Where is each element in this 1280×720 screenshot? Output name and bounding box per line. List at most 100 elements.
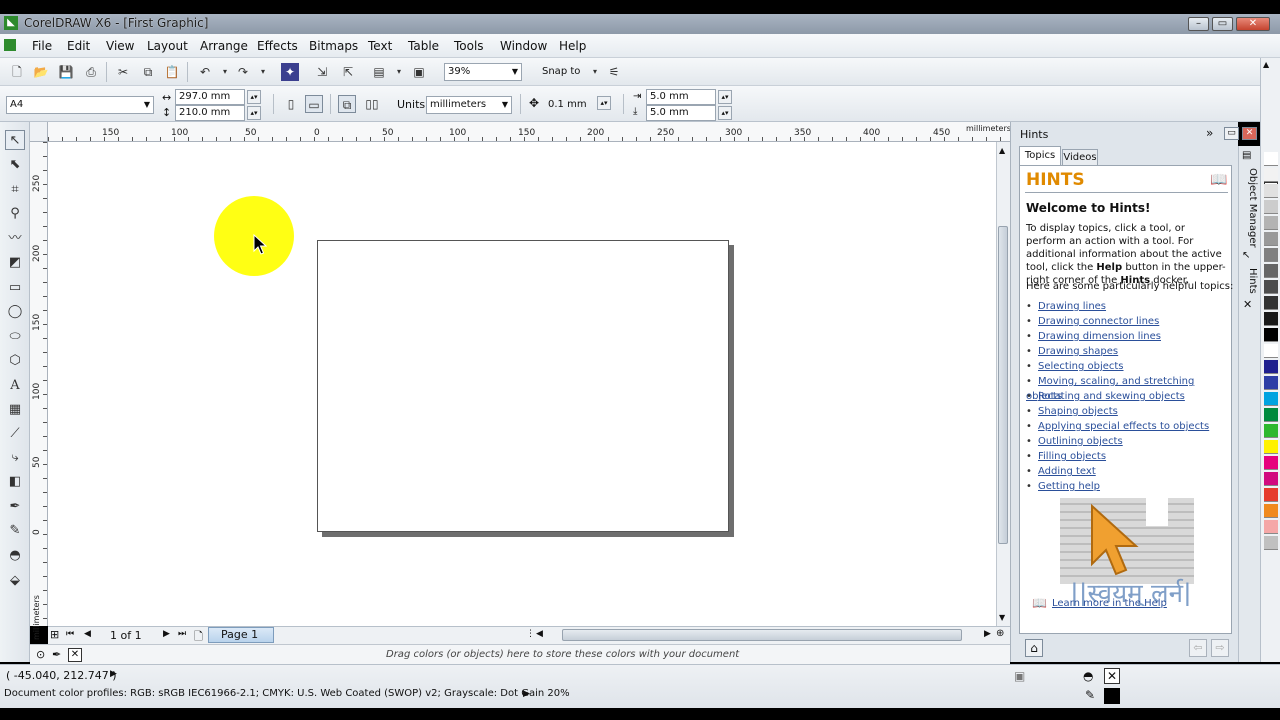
topic-link[interactable]: Filling objects [1038, 451, 1106, 462]
color-swatch[interactable] [1264, 488, 1278, 502]
back-icon[interactable]: ⇦ [1189, 639, 1207, 657]
new-document-icon[interactable]: 🗋 [8, 63, 26, 81]
smart-fill-tool-icon[interactable]: ◩ [5, 253, 25, 273]
outline-indicator-icon[interactable]: ✎ [1085, 688, 1095, 702]
color-swatch[interactable] [1264, 408, 1278, 422]
rectangle-tool-icon[interactable]: ▭ [5, 278, 25, 298]
topic-link[interactable]: Drawing lines [1038, 301, 1106, 312]
menu-arrange[interactable]: Arrange [200, 39, 248, 53]
document-page[interactable] [317, 240, 729, 532]
menu-file[interactable]: File [32, 39, 52, 53]
color-swatch[interactable] [1264, 312, 1278, 326]
shape-tool-icon[interactable]: ⬉ [5, 155, 25, 175]
last-page-icon[interactable]: ⏭ [178, 629, 186, 639]
dimension-tool-icon[interactable]: ⟋ [5, 424, 25, 444]
menu-effects[interactable]: Effects [257, 39, 298, 53]
paste-icon[interactable]: 📋 [163, 63, 181, 81]
page-width-field[interactable]: 297.0 mm [175, 89, 245, 105]
color-swatch[interactable] [1264, 360, 1278, 374]
scroll-right-icon[interactable]: ▶ [984, 629, 991, 639]
previous-page-icon[interactable]: ◀ [84, 629, 91, 639]
color-swatch[interactable] [1264, 456, 1278, 470]
color-swatch[interactable] [1264, 392, 1278, 406]
scroll-left-icon[interactable]: ◀ [536, 629, 543, 639]
eyedropper-tool-icon[interactable]: ✒ [5, 497, 25, 517]
palette-scroll-up-icon[interactable]: ▲ [1263, 60, 1269, 69]
all-pages-icon[interactable]: ⧉ [338, 95, 356, 113]
duplicate-x-field[interactable]: 5.0 mm [646, 89, 716, 105]
docker-expand-icon[interactable]: » [1206, 126, 1213, 140]
table-tool-icon[interactable]: ▦ [5, 400, 25, 420]
redo-dropdown-icon[interactable]: ▾ [254, 63, 272, 81]
no-color-swatch-icon[interactable]: ✕ [68, 648, 82, 662]
redo-icon[interactable]: ↷ [234, 63, 252, 81]
open-icon[interactable]: 📂 [32, 63, 50, 81]
topic-link[interactable]: Drawing shapes [1038, 346, 1118, 357]
nudge-stepper[interactable]: ▴▾ [597, 96, 611, 110]
fill-tool-icon[interactable]: ◓ [5, 546, 25, 566]
export-icon[interactable]: ⇱ [339, 63, 357, 81]
copy-icon[interactable]: ⧉ [139, 63, 157, 81]
save-icon[interactable]: 💾 [57, 63, 75, 81]
duplicate-y-field[interactable]: 5.0 mm [646, 105, 716, 121]
book-icon[interactable]: 📖 [1210, 172, 1227, 188]
snap-to-label[interactable]: Snap to [542, 66, 580, 77]
topic-link[interactable]: Drawing connector lines [1038, 316, 1159, 327]
current-page-icon[interactable]: ▯▯ [363, 95, 381, 113]
color-swatch[interactable] [1264, 184, 1278, 198]
vertical-ruler[interactable]: 250 200 150 100 50 0 millimeters [30, 142, 48, 640]
color-swatch[interactable] [1264, 376, 1278, 390]
nudge-field[interactable]: 0.1 mm [544, 96, 596, 114]
units-select[interactable]: millimeters ▼ [426, 96, 512, 114]
page-height-field[interactable]: 210.0 mm [175, 105, 245, 121]
color-swatch[interactable] [1264, 232, 1278, 246]
interactive-fill-tool-icon[interactable]: ⬙ [5, 571, 25, 591]
blend-tool-icon[interactable]: ◧ [5, 472, 25, 492]
cut-icon[interactable]: ✂ [114, 63, 132, 81]
close-tab-icon[interactable]: ✕ [1243, 298, 1252, 311]
fill-none-swatch-icon[interactable]: ✕ [1104, 668, 1120, 684]
outline-color-swatch[interactable] [1104, 688, 1120, 704]
width-stepper[interactable]: ▴▾ [247, 90, 261, 104]
topic-link[interactable]: Rotating and skewing objects [1038, 391, 1185, 402]
color-swatch[interactable] [1264, 424, 1278, 438]
color-profiles-text[interactable]: Document color profiles: RGB: sRGB IEC61… [4, 688, 570, 699]
minimize-button[interactable]: – [1188, 17, 1209, 31]
color-swatch[interactable] [1264, 264, 1278, 278]
scroll-up-icon[interactable]: ▲ [999, 146, 1005, 155]
ellipse-tool-icon[interactable]: ◯ [5, 302, 25, 322]
menu-tools[interactable]: Tools [454, 39, 484, 53]
menu-table[interactable]: Table [408, 39, 439, 53]
tab-hints[interactable]: Hints [1240, 268, 1258, 294]
undo-icon[interactable]: ↶ [196, 63, 214, 81]
menu-help[interactable]: Help [559, 39, 586, 53]
color-swatch[interactable] [1264, 296, 1278, 310]
import-icon[interactable]: ⇲ [313, 63, 331, 81]
color-swatch[interactable] [1264, 520, 1278, 534]
search-content-icon[interactable]: ✦ [281, 63, 299, 81]
options-icon[interactable]: ⚟ [605, 63, 623, 81]
horizontal-scroll-thumb[interactable] [562, 629, 962, 641]
crop-tool-icon[interactable]: ⌗ [5, 180, 25, 200]
snap-dropdown-icon[interactable]: ▾ [586, 63, 604, 81]
color-swatch[interactable] [1264, 280, 1278, 294]
fill-indicator-icon[interactable]: ◓ [1083, 669, 1093, 683]
color-swatch[interactable] [1264, 472, 1278, 486]
topic-link[interactable]: Adding text [1038, 466, 1096, 477]
forward-icon[interactable]: ⇨ [1211, 639, 1229, 657]
docker-close-icon[interactable]: ✕ [1242, 127, 1257, 140]
docker-minimize-icon[interactable]: ▭ [1224, 127, 1239, 140]
duplicate-y-stepper[interactable]: ▴▾ [718, 106, 732, 120]
polygon-tool-icon[interactable]: ⬭ [5, 327, 25, 347]
zoom-tool-icon[interactable]: ⚲ [5, 204, 25, 224]
doc-icon[interactable] [4, 39, 16, 51]
first-page-icon[interactable]: ⏮ [66, 629, 74, 639]
undo-dropdown-icon[interactable]: ▾ [216, 63, 234, 81]
ruler-origin-corner[interactable] [30, 122, 48, 142]
topic-link[interactable]: Outlining objects [1038, 436, 1123, 447]
menu-view[interactable]: View [106, 39, 134, 53]
paper-size-select[interactable]: A4 ▼ [6, 96, 154, 114]
splitter-handle-icon[interactable]: ⋮ [526, 629, 535, 639]
color-swatch[interactable] [1264, 344, 1278, 358]
launcher-dropdown-icon[interactable]: ▾ [390, 63, 408, 81]
